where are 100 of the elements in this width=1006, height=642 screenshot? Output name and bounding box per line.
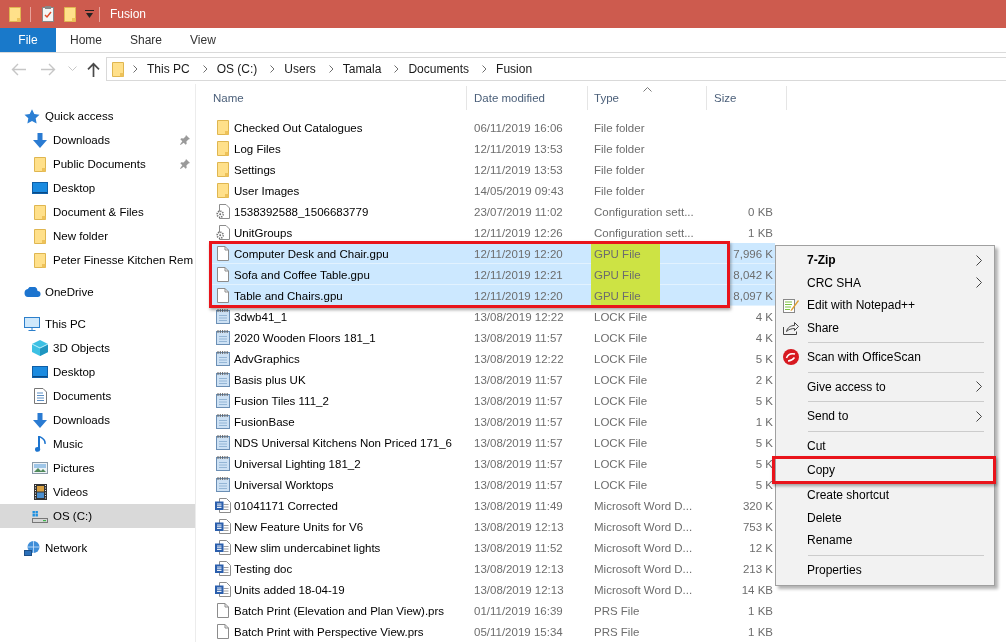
nav-item[interactable]: Public Documents <box>0 152 195 176</box>
file-row[interactable]: Computer Desk and Chair.gpu 12/11/2019 12:20 GPU File 7,996 K <box>210 243 775 264</box>
nav-item[interactable]: Videos <box>0 480 195 504</box>
document-icon <box>215 498 231 513</box>
menu-item[interactable]: Scan with OfficeScan <box>778 348 992 367</box>
nav-item[interactable]: Quick access <box>0 104 195 128</box>
nav-item[interactable]: 3D Objects <box>0 336 195 360</box>
nav-item[interactable]: Pictures <box>0 456 195 480</box>
file-name: New Feature Units for V6 <box>234 520 364 533</box>
column-header[interactable]: Name <box>210 86 467 110</box>
breadcrumb[interactable]: Documents <box>404 59 474 79</box>
file-row[interactable]: Table and Chairs.gpu 12/11/2019 12:20 GPU File 8,097 K <box>210 285 775 306</box>
breadcrumb[interactable]: OS (C:) <box>212 59 262 79</box>
desktop-icon <box>32 182 48 194</box>
nav-item[interactable]: Desktop <box>0 176 195 200</box>
file-row[interactable]: 1538392588_1506683779 23/07/2019 11:02 Configuration sett... 0 KB <box>210 201 775 222</box>
file-row[interactable]: 3dwb41_1 13/08/2019 12:22 LOCK File 4 K <box>210 306 775 327</box>
date-modified: 14/05/2019 09:43 <box>474 184 564 197</box>
column-header[interactable]: Type <box>588 86 707 110</box>
cube-icon <box>32 340 48 356</box>
ribbon-tab[interactable]: Home <box>56 28 116 52</box>
menu-item[interactable]: CRC SHA <box>778 273 992 292</box>
nav-item[interactable]: Desktop <box>0 360 195 384</box>
file-tab[interactable]: File <box>0 28 56 52</box>
arrow-right-icon <box>40 62 56 76</box>
nav-item[interactable]: Downloads <box>0 408 195 432</box>
file-type: Configuration sett... <box>593 204 694 220</box>
date-modified: 13/08/2019 11:57 <box>474 457 563 470</box>
music-note-icon <box>34 436 46 452</box>
nav-item[interactable]: Peter Finesse Kitchen Rem <box>0 248 195 272</box>
file-row[interactable]: UnitGroups 12/11/2019 12:26 Configuration sett... 1 KB <box>210 222 775 243</box>
folder-icon[interactable] <box>9 6 21 22</box>
file-row[interactable]: Universal Worktops 13/08/2019 11:57 LOCK File 5 K <box>210 474 775 495</box>
file-type: LOCK File <box>593 393 648 409</box>
picture-icon <box>32 462 48 474</box>
film-icon <box>33 484 47 500</box>
nav-item[interactable]: OS (C:) <box>0 504 195 528</box>
nav-item[interactable]: Music <box>0 432 195 456</box>
breadcrumb[interactable]: This PC <box>143 59 194 79</box>
nav-item[interactable]: OneDrive <box>0 280 195 304</box>
nav-item[interactable]: Downloads <box>0 128 195 152</box>
nav-item[interactable]: Document & Files <box>0 200 195 224</box>
nav-item[interactable]: This PC <box>0 312 195 336</box>
file-row[interactable]: Universal Lighting 181_2 13/08/2019 11:57 LOCK File 5 K <box>210 453 775 474</box>
file-row[interactable]: FusionBase 13/08/2019 11:57 LOCK File 1 K <box>210 411 775 432</box>
menu-item[interactable]: Edit with Notepad++ <box>778 296 992 315</box>
file-row[interactable]: New slim undercabinet lights 13/08/2019 11:52 Microsoft Word D... 12 K <box>210 537 775 558</box>
date-modified: 13/08/2019 11:57 <box>474 436 563 449</box>
notepad-file-icon <box>216 456 230 471</box>
file-row[interactable]: Testing doc 13/08/2019 12:13 Microsoft Word D... 213 K <box>210 558 775 579</box>
chevron-right-icon <box>133 65 138 73</box>
file-row[interactable]: NDS Universal Kitchens Non Priced 171_6 13/08/2019 11:57 LOCK File 5 K <box>210 432 775 453</box>
clipboard-check-icon[interactable] <box>42 6 54 22</box>
menu-item[interactable]: Properties <box>778 560 992 579</box>
column-header[interactable]: Date modified <box>467 86 588 110</box>
file-row[interactable]: Units added 18-04-19 13/08/2019 12:13 Microsoft Word D... 14 KB <box>210 579 775 600</box>
file-row[interactable]: 01041171 Corrected 13/08/2019 11:49 Microsoft Word D... 320 K <box>210 495 775 516</box>
folder-icon[interactable] <box>64 6 76 22</box>
file-type: Microsoft Word D... <box>593 540 693 556</box>
menu-item[interactable]: Create shortcut <box>778 486 992 505</box>
file-row[interactable]: New Feature Units for V6 13/08/2019 12:13 Microsoft Word D... 753 K <box>210 516 775 537</box>
menu-item[interactable]: Rename <box>778 531 992 550</box>
menu-item[interactable]: Cut <box>778 436 992 455</box>
ribbon-tab[interactable]: View <box>176 28 230 52</box>
nav-item[interactable]: New folder <box>0 224 195 248</box>
nav-item[interactable]: Network <box>0 536 195 560</box>
breadcrumb[interactable]: Users <box>280 59 320 79</box>
menu-item[interactable]: Copy <box>778 461 992 479</box>
menu-item[interactable]: Send to <box>778 407 992 426</box>
file-row[interactable]: Log Files 12/11/2019 13:53 File folder <box>210 138 775 159</box>
chevron-right-icon <box>202 65 208 73</box>
file-row[interactable]: Sofa and Coffee Table.gpu 12/11/2019 12:21 GPU File 8,042 K <box>210 264 775 285</box>
file-type: Configuration sett... <box>593 225 694 241</box>
file-row[interactable]: Checked Out Catalogues 06/11/2019 16:06 File folder <box>210 117 775 138</box>
file-row[interactable]: Batch Print with Perspective View.prs 05/11/2019 15:34 PRS File 1 KB <box>210 621 775 642</box>
cloud-icon <box>23 287 41 297</box>
column-header[interactable]: Size <box>707 86 787 110</box>
menu-item[interactable]: Delete <box>778 508 992 527</box>
menu-item[interactable]: Give access to <box>778 377 992 396</box>
breadcrumb[interactable]: Tamala <box>338 59 386 79</box>
file-row[interactable]: User Images 14/05/2019 09:43 File folder <box>210 180 775 201</box>
dropdown-icon[interactable] <box>85 10 94 18</box>
file-size: 5 K <box>755 352 773 365</box>
nav-item[interactable]: Documents <box>0 384 195 408</box>
network-icon <box>24 540 40 556</box>
file-row[interactable]: Fusion Tiles 111_2 13/08/2019 11:57 LOCK File 5 K <box>210 390 775 411</box>
address-bar[interactable]: This PC OS (C:) Users Tamala Documents Fusion <box>106 57 1006 81</box>
folder-icon <box>34 252 46 268</box>
menu-item[interactable]: 7-Zip <box>778 251 992 270</box>
file-name: New slim undercabinet lights <box>234 541 381 554</box>
menu-item[interactable]: Share <box>778 318 992 337</box>
file-row[interactable]: 2020 Wooden Floors 181_1 13/08/2019 11:57 LOCK File 4 K <box>210 327 775 348</box>
ribbon-tab[interactable]: Share <box>116 28 177 52</box>
file-row[interactable]: Basis plus UK 13/08/2019 11:57 LOCK File 2 K <box>210 369 775 390</box>
chevron-right-icon <box>394 65 400 73</box>
file-row[interactable]: Settings 12/11/2019 13:53 File folder <box>210 159 775 180</box>
file-row[interactable]: Batch Print (Elevation and Plan View).prs 01/11/2019 16:39 PRS File 1 KB <box>210 600 775 621</box>
breadcrumb[interactable]: Fusion <box>492 59 537 79</box>
file-row[interactable]: AdvGraphics 13/08/2019 12:22 LOCK File 5 K <box>210 348 775 369</box>
file-size: 12 K <box>749 541 773 554</box>
